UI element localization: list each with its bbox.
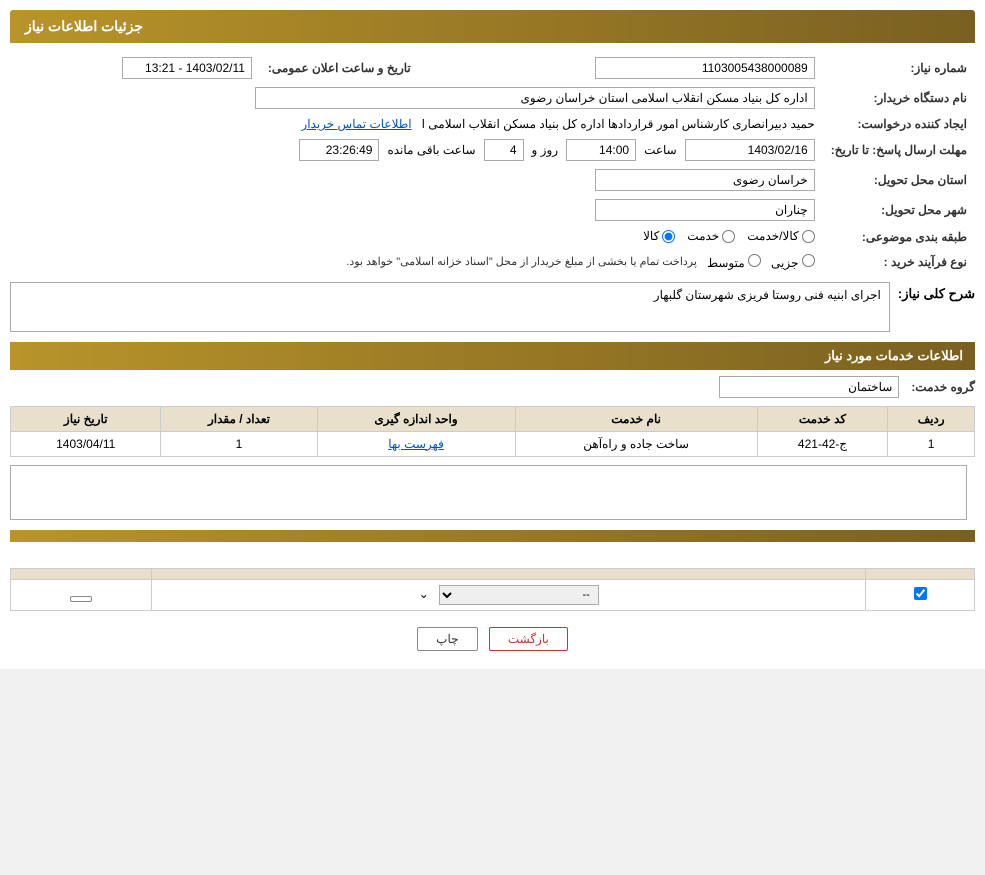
service-group-row: گروه خدمت:: [10, 376, 975, 398]
unit-link[interactable]: فهرست بها: [388, 437, 444, 451]
contact-info-link[interactable]: اطلاعات تماس خریدار: [301, 117, 411, 131]
purchase-type-row: جزیی متوسط پرداخت تمام یا بخشی از مبلغ خ…: [10, 250, 823, 274]
time-input[interactable]: [566, 139, 636, 161]
response-deadline-label: مهلت ارسال پاسخ: تا تاریخ:: [823, 135, 975, 165]
col-unit: واحد اندازه گیری: [317, 406, 515, 431]
perm-col-status: [152, 568, 866, 579]
cell-code: ج-42-421: [757, 431, 888, 456]
perm-detail-cell: [11, 579, 152, 610]
city-value: [10, 195, 823, 225]
purchase-type-label: نوع فرآیند خرید :: [823, 250, 975, 274]
remaining-label: ساعت باقی مانده: [387, 143, 475, 157]
requester-text: حمید دبیرانصاری کارشناس امور قراردادها ا…: [422, 117, 815, 131]
need-desc-container: اجرای ابنیه فنی روستا فریزی شهرستان گلبه…: [10, 282, 890, 332]
time-label: ساعت: [644, 143, 677, 157]
page-title: جزئیات اطلاعات نیاز: [25, 18, 143, 34]
perm-status-cell: -- ⌄: [152, 579, 866, 610]
category-label: طبقه بندی موضوعی:: [823, 225, 975, 250]
requester-value: حمید دبیرانصاری کارشناس امور قراردادها ا…: [10, 113, 823, 135]
province-value: [10, 165, 823, 195]
col-code: کد خدمت: [757, 406, 888, 431]
buyer-desc-section: [10, 465, 975, 520]
buyer-org-label: نام دستگاه خریدار:: [823, 83, 975, 113]
perm-required-checkbox: [914, 587, 927, 600]
purchase-type-note: پرداخت تمام یا بخشی از مبلغ خریدار از مح…: [346, 255, 697, 268]
cell-unit: فهرست بها: [317, 431, 515, 456]
print-button[interactable]: چاپ: [417, 627, 477, 651]
need-number-label: شماره نیاز:: [823, 53, 975, 83]
buyer-desc-container: [10, 465, 967, 520]
permissions-section-title: [10, 530, 975, 542]
col-date: تاریخ نیاز: [11, 406, 161, 431]
category-radio-group: کالا/خدمت خدمت کالا: [643, 229, 815, 243]
buyer-org-input[interactable]: [255, 87, 815, 109]
table-row: 1 ج-42-421 ساخت جاده و راه‌آهن فهرست بها…: [11, 431, 975, 456]
announce-date-value: [10, 53, 260, 83]
col-row: ردیف: [888, 406, 975, 431]
services-table: ردیف کد خدمت نام خدمت واحد اندازه گیری ت…: [10, 406, 975, 457]
category-option-kala-khadamat[interactable]: کالا/خدمت: [747, 229, 814, 243]
day-input[interactable]: [484, 139, 524, 161]
perm-required-cell: [866, 579, 975, 610]
category-radio-kala[interactable]: [662, 230, 675, 243]
cell-row: 1: [888, 431, 975, 456]
need-desc-box: اجرای ابنیه فنی روستا فریزی شهرستان گلبه…: [10, 282, 890, 332]
category-option-khadamat[interactable]: خدمت: [687, 229, 735, 243]
footer-buttons: بازگشت چاپ: [10, 627, 975, 651]
col-count: تعداد / مقدار: [161, 406, 317, 431]
category-radio-khadamat[interactable]: [722, 230, 735, 243]
category-radio-kala-khadamat[interactable]: [802, 230, 815, 243]
page-wrapper: جزئیات اطلاعات نیاز شماره نیاز: تاریخ و …: [0, 0, 985, 669]
day-label: روز و: [532, 143, 559, 157]
back-button[interactable]: بازگشت: [489, 627, 568, 651]
buyer-org-value: [10, 83, 823, 113]
service-group-label: گروه خدمت:: [911, 380, 975, 394]
services-section-title: اطلاعات خدمات مورد نیاز: [10, 342, 975, 370]
cell-name: ساخت جاده و راه‌آهن: [515, 431, 757, 456]
announce-date-label: تاریخ و ساعت اعلان عمومی:: [260, 53, 419, 83]
perm-col-detail: [11, 568, 152, 579]
requester-label: ایجاد کننده درخواست:: [823, 113, 975, 135]
province-input[interactable]: [595, 169, 815, 191]
view-permission-button[interactable]: [70, 596, 92, 602]
category-row: کالا/خدمت خدمت کالا: [10, 225, 823, 250]
service-group-input[interactable]: [719, 376, 899, 398]
response-deadline-row: ساعت روز و ساعت باقی مانده: [10, 135, 823, 165]
category-option-kala[interactable]: کالا: [643, 229, 675, 243]
cell-count: 1: [161, 431, 317, 456]
need-number-input[interactable]: [595, 57, 815, 79]
city-label: شهر محل تحویل:: [823, 195, 975, 225]
permission-row: -- ⌄: [11, 579, 975, 610]
need-desc-text: اجرای ابنیه فنی روستا فریزی شهرستان گلبه…: [654, 288, 881, 302]
permissions-table: -- ⌄: [10, 568, 975, 611]
remaining-input[interactable]: [299, 139, 379, 161]
announce-date-input[interactable]: [122, 57, 252, 79]
need-desc-section: شرح کلی نیاز: اجرای ابنیه فنی روستا فریز…: [10, 282, 975, 332]
purchase-type-option-motevaset[interactable]: متوسط: [707, 254, 761, 270]
page-header: جزئیات اطلاعات نیاز: [10, 10, 975, 43]
perm-status-select[interactable]: --: [439, 585, 599, 605]
province-label: استان محل تحویل:: [823, 165, 975, 195]
purchase-type-radio-motevaset[interactable]: [748, 254, 761, 267]
city-input[interactable]: [595, 199, 815, 221]
purchase-type-radio-jozii[interactable]: [802, 254, 815, 267]
purchase-type-option-jozii[interactable]: جزیی: [771, 254, 815, 270]
cell-date: 1403/04/11: [11, 431, 161, 456]
date-input[interactable]: [685, 139, 815, 161]
main-info-table: شماره نیاز: تاریخ و ساعت اعلان عمومی: نا…: [10, 53, 975, 274]
need-desc-label: شرح کلی نیاز:: [898, 282, 975, 302]
need-number-value: [419, 53, 823, 83]
buyer-desc-box: [10, 465, 967, 520]
col-name: نام خدمت: [515, 406, 757, 431]
perm-col-required: [866, 568, 975, 579]
